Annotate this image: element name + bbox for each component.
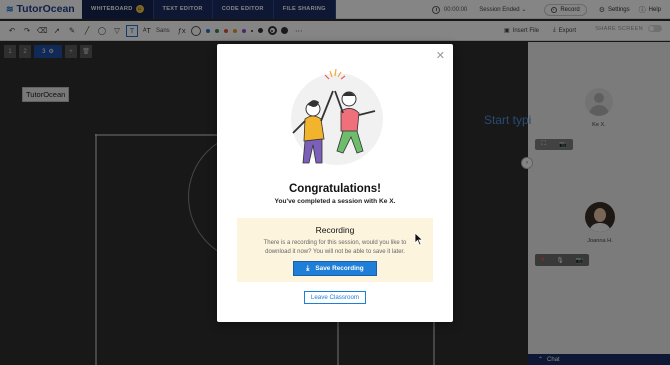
recording-description: There is a recording for this session, w… xyxy=(263,240,407,255)
leave-classroom-button[interactable]: Leave Classroom xyxy=(304,291,366,304)
modal-subtitle: You've completed a session with Ke X. xyxy=(274,198,396,205)
close-icon[interactable]: ✕ xyxy=(436,51,445,62)
save-recording-label: Save Recording xyxy=(315,265,364,272)
download-icon: ⤓ xyxy=(306,264,310,272)
recording-title: Recording xyxy=(315,225,355,235)
leave-classroom-label: Leave Classroom xyxy=(310,294,360,301)
recording-notice: Recording There is a recording for this … xyxy=(237,218,433,282)
session-complete-modal: ✕ Congratulations! You've completed a se… xyxy=(217,44,453,322)
mouse-cursor-icon xyxy=(414,232,424,246)
modal-title: Congratulations! xyxy=(289,183,381,195)
celebration-illustration xyxy=(291,69,383,165)
save-recording-button[interactable]: ⤓ Save Recording xyxy=(293,261,377,276)
